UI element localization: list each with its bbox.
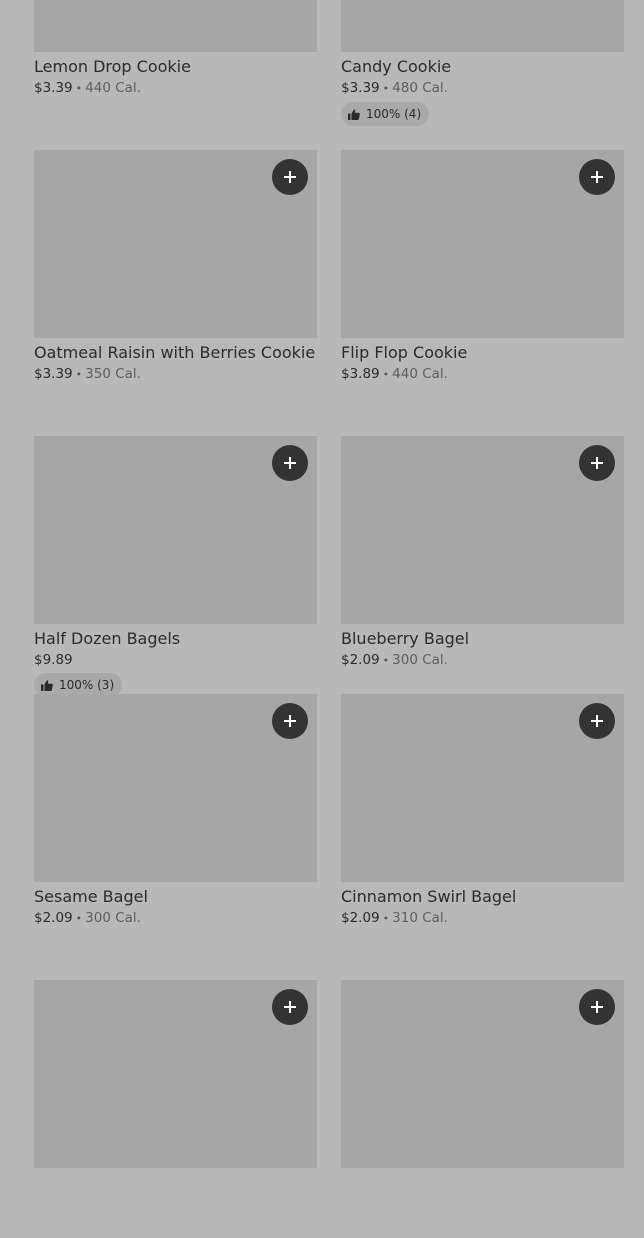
item-calories: 310 Cal. [392,910,448,926]
item-meta: $3.39 • 440 Cal. [34,80,317,97]
add-to-cart-button[interactable] [579,159,615,195]
add-to-cart-button[interactable] [272,703,308,739]
item-meta: $2.09 • 300 Cal. [341,652,624,669]
rating-text: 100% (3) [59,678,115,692]
item-image[interactable] [341,436,624,624]
item-name[interactable]: Blueberry Bagel [341,629,624,649]
rating-text: 100% (4) [366,107,422,121]
item-meta: $3.39 • 350 Cal. [34,366,317,383]
plus-icon [284,457,296,469]
item-name[interactable]: Flip Flop Cookie [341,343,624,363]
item-name[interactable]: Cinnamon Swirl Bagel [341,887,624,907]
item-price: $2.09 [34,910,73,926]
item-meta: $3.89 • 440 Cal. [341,366,624,383]
plus-icon [284,1001,296,1013]
item-image[interactable] [34,980,317,1168]
item-image[interactable] [34,694,317,882]
plus-icon [591,1001,603,1013]
add-to-cart-button[interactable] [272,989,308,1025]
add-to-cart-button[interactable] [579,989,615,1025]
item-meta: $3.39 • 480 Cal. [341,80,624,97]
item-name[interactable]: Oatmeal Raisin with Berries Cookie [34,343,317,363]
menu-item-card[interactable]: Flip Flop Cookie $3.89 • 440 Cal. [341,150,624,436]
item-name[interactable]: Sesame Bagel [34,887,317,907]
item-image[interactable] [341,0,624,52]
item-image[interactable] [341,150,624,338]
item-image[interactable] [34,150,317,338]
plus-icon [591,171,603,183]
item-calories: 300 Cal. [392,652,448,668]
separator-dot: • [75,368,83,381]
menu-item-card[interactable] [341,980,624,1238]
menu-item-card[interactable]: Blueberry Bagel $2.09 • 300 Cal. [341,436,624,694]
menu-item-card[interactable]: Sesame Bagel $2.09 • 300 Cal. [34,694,317,980]
item-name[interactable]: Lemon Drop Cookie [34,57,317,77]
separator-dot: • [382,82,390,95]
thumbs-up-icon [41,679,53,691]
item-price: $2.09 [341,652,380,668]
separator-dot: • [382,654,390,667]
add-to-cart-button[interactable] [579,445,615,481]
item-meta: $2.09 • 300 Cal. [34,910,317,927]
separator-dot: • [382,912,390,925]
item-name[interactable]: Half Dozen Bagels [34,629,317,649]
item-image[interactable] [34,0,317,52]
menu-item-card[interactable]: Oatmeal Raisin with Berries Cookie $3.39 •… [34,150,317,436]
thumbs-up-icon [348,108,360,120]
separator-dot: • [75,912,83,925]
item-image[interactable] [34,436,317,624]
item-name[interactable]: Candy Cookie [341,57,624,77]
item-image[interactable] [341,694,624,882]
menu-item-card[interactable]: Candy Cookie $3.39 • 480 Cal. 100% (4) [341,0,624,150]
item-price: $3.39 [34,80,73,96]
item-calories: 440 Cal. [85,80,141,96]
menu-item-card[interactable]: Cinnamon Swirl Bagel $2.09 • 310 Cal. [341,694,624,980]
item-price: $3.89 [341,366,380,382]
plus-icon [591,457,603,469]
plus-icon [284,171,296,183]
item-calories: 440 Cal. [392,366,448,382]
menu-item-card[interactable] [34,980,317,1238]
menu-item-card[interactable]: Lemon Drop Cookie $3.39 • 440 Cal. [34,0,317,150]
menu-grid: Lemon Drop Cookie $3.39 • 440 Cal. Candy Coo… [34,0,624,1238]
item-calories: 300 Cal. [85,910,141,926]
plus-icon [591,715,603,727]
add-to-cart-button[interactable] [579,703,615,739]
add-to-cart-button[interactable] [272,159,308,195]
item-meta: $9.89 [34,652,317,668]
rating-badge: 100% (4) [341,102,430,126]
add-to-cart-button[interactable] [272,445,308,481]
menu-item-card[interactable]: Half Dozen Bagels $9.89 100% (3) [34,436,317,697]
item-price: $9.89 [34,652,73,668]
plus-icon [284,715,296,727]
separator-dot: • [382,368,390,381]
item-price: $2.09 [341,910,380,926]
item-calories: 480 Cal. [392,80,448,96]
item-calories: 350 Cal. [85,366,141,382]
item-price: $3.39 [341,80,380,96]
separator-dot: • [75,82,83,95]
item-meta: $2.09 • 310 Cal. [341,910,624,927]
item-image[interactable] [341,980,624,1168]
item-price: $3.39 [34,366,73,382]
